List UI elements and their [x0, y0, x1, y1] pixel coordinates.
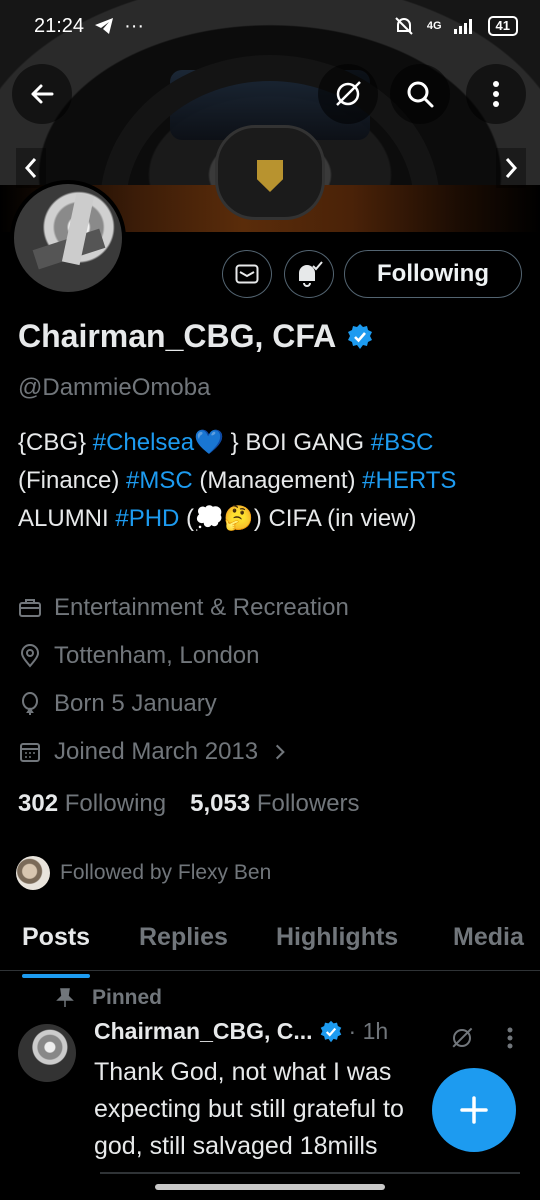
- post-header: Chairman_CBG, C... · 1h: [94, 1018, 388, 1045]
- hashtag-link[interactable]: #MSC: [126, 467, 193, 494]
- bio-text: (Management): [192, 467, 363, 494]
- profile-joined[interactable]: Joined March 2013: [18, 738, 290, 766]
- hashtag-link[interactable]: #PHD: [115, 505, 179, 532]
- profile-avatar[interactable]: [10, 180, 126, 296]
- profile-name-row: Chairman_CBG, CFA: [18, 318, 374, 355]
- tab-highlights[interactable]: Highlights: [276, 915, 398, 960]
- notifications-button[interactable]: [284, 250, 334, 298]
- plus-icon: [460, 1096, 488, 1124]
- post-time: · 1h: [348, 1018, 389, 1044]
- battery-indicator: 41: [487, 16, 518, 36]
- more-vertical-icon: [493, 81, 499, 107]
- banner-prev-button[interactable]: [16, 148, 46, 188]
- profile-handle: @DammieOmoba: [18, 374, 211, 401]
- briefcase-icon: [19, 599, 41, 617]
- following-button[interactable]: Following: [344, 250, 522, 298]
- grok-icon: [336, 81, 361, 106]
- hashtag-link[interactable]: #Chelsea: [93, 429, 194, 456]
- follower-avatar: [16, 856, 50, 890]
- arrow-left-icon: [31, 84, 54, 104]
- search-icon: [407, 81, 434, 108]
- tab-replies[interactable]: Replies: [139, 915, 228, 960]
- hashtag-link[interactable]: #HERTS: [362, 467, 456, 494]
- calendar-icon: [20, 743, 40, 762]
- profile-bio: {CBG} #Chelsea💙 } BOI GANG #BSC (Finance…: [18, 424, 528, 538]
- clock: 21:24: [34, 14, 85, 37]
- mute-bell-icon: [395, 17, 413, 35]
- grok-icon[interactable]: [450, 1026, 474, 1050]
- chevron-right-icon: [505, 158, 518, 178]
- post-avatar[interactable]: [18, 1024, 76, 1082]
- back-button[interactable]: [12, 64, 72, 124]
- display-name: Chairman_CBG, CFA: [18, 318, 337, 354]
- profile-category: Entertainment & Recreation: [18, 594, 349, 622]
- bio-text: (Finance): [18, 467, 127, 494]
- follow-counts: 302 Following 5,053 Followers: [18, 790, 360, 818]
- followers-count-link[interactable]: 5,053 Followers: [190, 790, 359, 818]
- bio-text: 💙 } BOI GANG: [194, 429, 371, 456]
- tab-posts[interactable]: Posts: [22, 915, 91, 978]
- telegram-icon: [95, 18, 114, 34]
- search-button[interactable]: [390, 64, 450, 124]
- post-author[interactable]: Chairman_CBG, C...: [94, 1018, 313, 1045]
- post-text: Thank God, not what I was expecting but …: [94, 1058, 404, 1160]
- verified-badge-icon[interactable]: [346, 323, 374, 351]
- bio-text: ALUMNI: [18, 505, 116, 532]
- verified-badge-icon: [320, 1020, 341, 1042]
- tab-media[interactable]: Media: [453, 915, 524, 960]
- compose-post-button[interactable]: [432, 1068, 516, 1152]
- chevron-left-icon: [24, 158, 37, 178]
- bottom-divider: [100, 1172, 520, 1174]
- banner-next-button[interactable]: [496, 148, 526, 188]
- bio-text: (💭🤔) CIFA (in view): [179, 505, 417, 532]
- more-notifications-icon: ···: [124, 14, 145, 37]
- bell-check-icon: [299, 261, 323, 287]
- more-options-button[interactable]: [466, 64, 526, 124]
- envelope-icon: [235, 264, 259, 284]
- home-indicator[interactable]: [155, 1184, 385, 1190]
- pinned-label: Pinned: [56, 986, 162, 1010]
- following-count-link[interactable]: 302 Following: [18, 790, 166, 818]
- profile-location: Tottenham, London: [18, 642, 260, 670]
- bio-text: {CBG}: [18, 429, 93, 456]
- hashtag-link[interactable]: #BSC: [371, 429, 434, 456]
- profile-tabs: Posts Replies Highlights Media: [0, 915, 540, 978]
- balloon-icon: [22, 692, 38, 715]
- message-button[interactable]: [222, 250, 272, 298]
- signal-icon: [453, 19, 472, 34]
- network-type: 4G: [426, 20, 442, 32]
- grok-button[interactable]: [318, 64, 378, 124]
- chevron-right-icon: [276, 744, 285, 760]
- post-more-icon[interactable]: [506, 1026, 514, 1050]
- status-bar: 21:24 ··· 4G 41: [0, 0, 540, 52]
- profile-birthday: Born 5 January: [18, 690, 217, 718]
- followed-by[interactable]: Followed by Flexy Ben: [16, 856, 271, 890]
- location-pin-icon: [20, 644, 40, 668]
- pin-icon: [56, 988, 74, 1007]
